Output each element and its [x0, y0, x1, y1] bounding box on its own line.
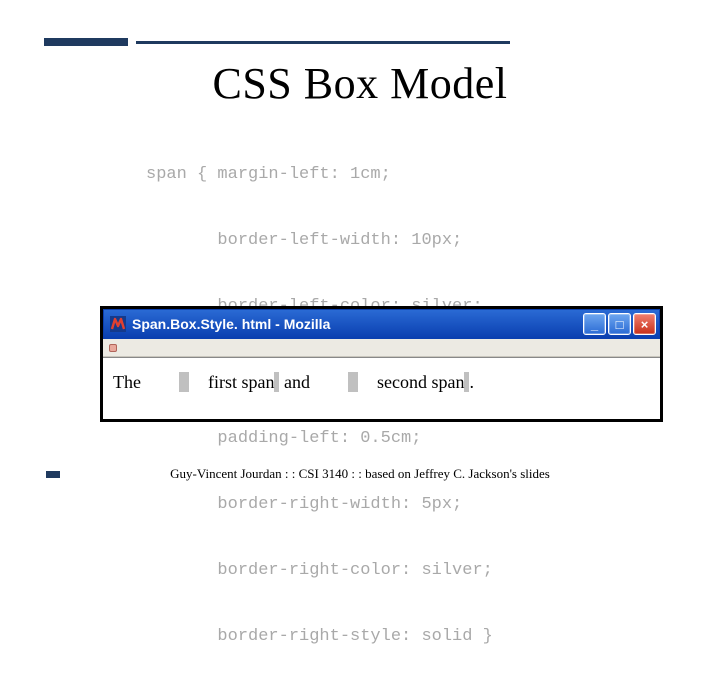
maximize-button[interactable]: □ — [608, 313, 631, 335]
code-line: padding-left: 0.5cm; — [146, 428, 493, 450]
close-icon: × — [641, 318, 649, 331]
second-span: second span — [348, 372, 469, 392]
accent-bar — [44, 38, 128, 46]
window-controls: _ □ × — [583, 313, 656, 335]
text-pre: The — [113, 372, 141, 392]
slide-title: CSS Box Model — [0, 58, 720, 109]
minimize-icon: _ — [591, 318, 598, 331]
slide: CSS Box Model span { margin-left: 1cm; b… — [0, 0, 720, 540]
close-button[interactable]: × — [633, 313, 656, 335]
first-span: first span — [179, 372, 280, 392]
window-titlebar[interactable]: Span.Box.Style. html - Mozilla _ □ × — [103, 309, 660, 339]
code-line: span { margin-left: 1cm; — [146, 164, 493, 186]
browser-viewport: The first span and second span. — [103, 357, 660, 419]
second-span-text: second span — [377, 372, 464, 392]
accent-line — [136, 41, 510, 44]
toolbar-grip-icon — [109, 344, 117, 352]
browser-window: Span.Box.Style. html - Mozilla _ □ × The… — [100, 306, 663, 422]
code-line: border-left-width: 10px; — [146, 230, 493, 252]
maximize-icon: □ — [616, 318, 624, 331]
footer-text: Guy-Vincent Jourdan : : CSI 3140 : : bas… — [0, 466, 720, 482]
code-line: border-right-style: solid } — [146, 626, 493, 648]
window-title: Span.Box.Style. html - Mozilla — [132, 316, 583, 332]
code-line: border-right-width: 5px; — [146, 494, 493, 516]
text-mid: and — [279, 372, 310, 392]
code-line: border-right-color: silver; — [146, 560, 493, 582]
minimize-button[interactable]: _ — [583, 313, 606, 335]
browser-toolbar — [103, 339, 660, 357]
first-span-text: first span — [208, 372, 275, 392]
text-post: . — [469, 372, 474, 392]
mozilla-icon — [110, 316, 126, 332]
